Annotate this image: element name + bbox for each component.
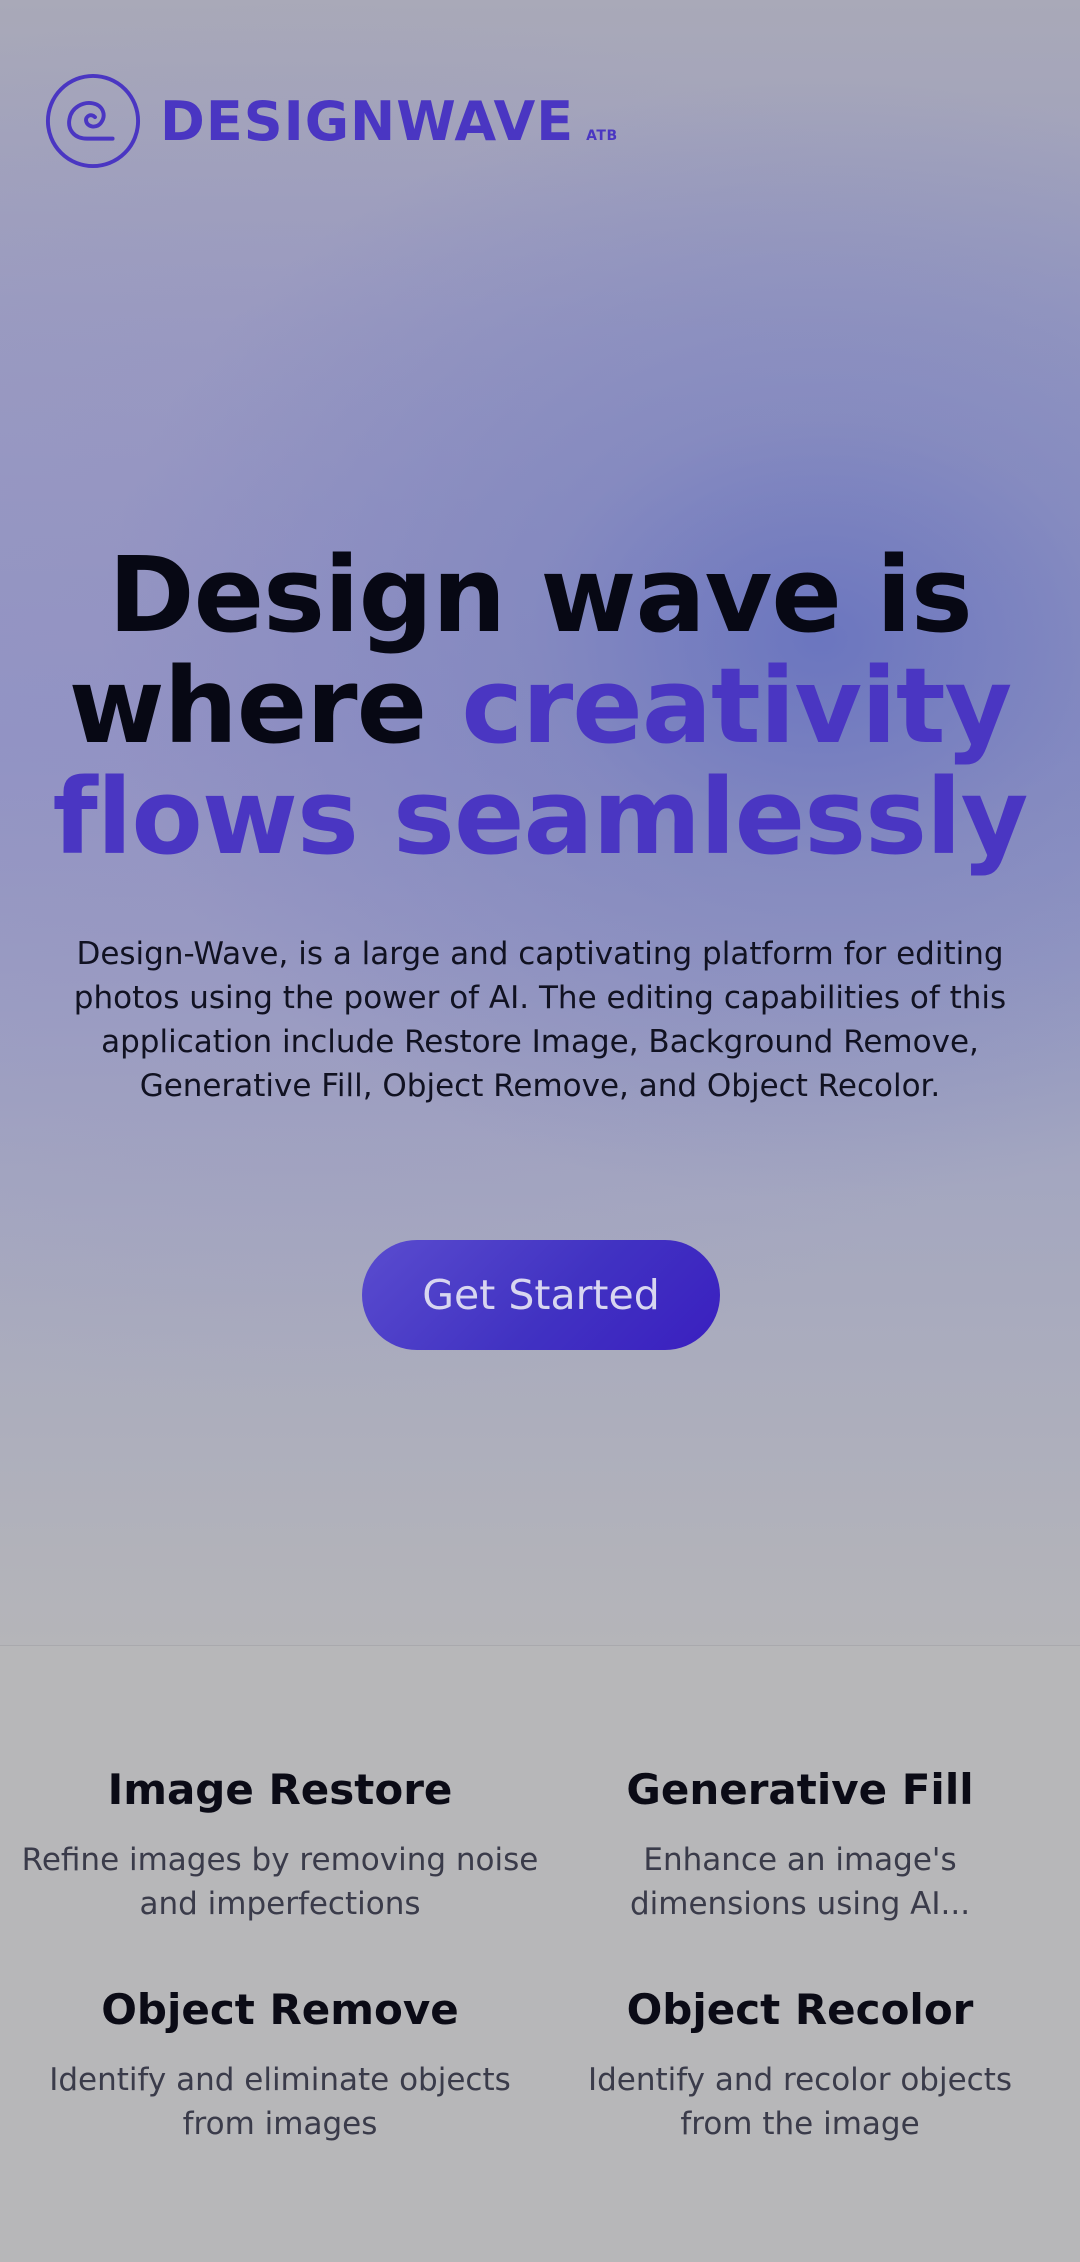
headline-accent-creativity: creativity [461, 645, 1012, 767]
headline-line-2: where creativity [0, 651, 1080, 762]
headline-line-1: Design wave is [108, 534, 972, 656]
feature-card-object-remove: Object Remove Identify and eliminate obj… [20, 1982, 540, 2146]
feature-description: Identify and recolor objects from the im… [587, 2062, 1013, 2142]
hero-description: Design-Wave, is a large and captivating … [73, 936, 1007, 1104]
feature-card-image-restore: Image Restore Refine images by removing … [20, 1762, 540, 1926]
section-divider [0, 1645, 1080, 1646]
headline-accent-flows: flows seamlessly [52, 756, 1029, 878]
feature-title: Object Recolor [626, 1985, 974, 2034]
feature-card-object-recolor: Object Recolor Identify and recolor obje… [540, 1982, 1060, 2146]
brand-logo[interactable]: DESIGNWAVE ATB [44, 72, 618, 170]
get-started-button[interactable]: Get Started [362, 1240, 720, 1350]
feature-title: Object Remove [101, 1985, 459, 2034]
feature-title: Generative Fill [626, 1765, 974, 1814]
feature-description: Enhance an image's dimensions using AI..… [629, 1842, 971, 1922]
brand-name: DESIGNWAVE [160, 89, 575, 153]
hero-headline: Design wave is where creativity flows se… [0, 540, 1080, 873]
wave-circle-icon [45, 73, 141, 169]
headline-where: where [68, 645, 427, 767]
brand-suffix: ATB [586, 128, 618, 144]
feature-description: Identify and eliminate objects from imag… [49, 2062, 511, 2142]
feature-card-generative-fill: Generative Fill Enhance an image's dimen… [540, 1762, 1060, 1926]
feature-title: Image Restore [107, 1765, 453, 1814]
feature-description: Refine images by removing noise and impe… [21, 1842, 539, 1922]
